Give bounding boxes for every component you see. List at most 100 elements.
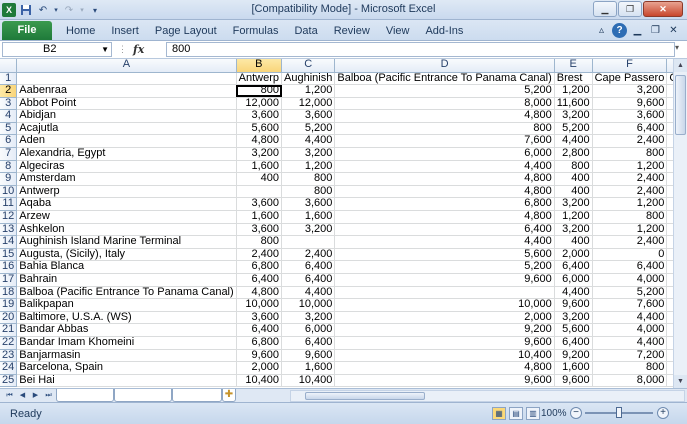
- row-header[interactable]: 3: [0, 97, 18, 111]
- name-box-dropdown-icon[interactable]: ▼: [101, 43, 109, 56]
- scroll-down-icon[interactable]: ▼: [674, 375, 687, 388]
- header-cell[interactable]: Cape Passero: [592, 72, 668, 86]
- cell[interactable]: [236, 185, 283, 199]
- header-cell[interactable]: [16, 72, 237, 86]
- cell[interactable]: Bahrain: [16, 273, 237, 287]
- zoom-slider-thumb[interactable]: [616, 407, 622, 418]
- tab-page-layout[interactable]: Page Layout: [147, 24, 225, 38]
- cell[interactable]: 3,600: [236, 109, 283, 123]
- cell[interactable]: 3,600: [592, 109, 668, 123]
- cell[interactable]: 3,600: [236, 223, 283, 237]
- cell[interactable]: 9,200: [334, 323, 555, 337]
- cell[interactable]: 800: [592, 361, 668, 375]
- cell[interactable]: 0: [592, 248, 668, 262]
- workbook-restore-icon[interactable]: ❐: [648, 23, 663, 38]
- header-cell[interactable]: Balboa (Pacific Entrance To Panama Canal…: [334, 72, 555, 86]
- cell[interactable]: 9,600: [554, 374, 593, 388]
- cell[interactable]: 2,400: [592, 185, 668, 199]
- workbook-minimize-icon[interactable]: ▁: [630, 23, 645, 38]
- cell[interactable]: 4,800: [236, 286, 283, 300]
- cell[interactable]: 800: [281, 185, 336, 199]
- cell[interactable]: 2,000: [334, 311, 555, 325]
- cell[interactable]: 10,400: [236, 374, 283, 388]
- row-header[interactable]: 11: [0, 197, 18, 212]
- cell[interactable]: Bahia Blanca: [16, 260, 237, 274]
- cell[interactable]: 10,000: [334, 298, 555, 312]
- cell[interactable]: 400: [554, 172, 593, 186]
- row-header[interactable]: 22: [0, 336, 18, 350]
- cell[interactable]: 400: [554, 235, 593, 249]
- cell[interactable]: 6,400: [554, 336, 593, 350]
- cell[interactable]: Arzew: [16, 210, 237, 224]
- row-header[interactable]: 21: [0, 323, 18, 337]
- cell[interactable]: 3,200: [281, 147, 336, 161]
- expand-formula-bar-icon[interactable]: ▾: [675, 43, 685, 56]
- cell[interactable]: 3,200: [281, 311, 336, 325]
- row-header[interactable]: 17: [0, 273, 18, 287]
- cell[interactable]: 6,000: [554, 273, 593, 287]
- name-box[interactable]: B2 ▼: [2, 42, 112, 57]
- workbook-close-icon[interactable]: ✕: [666, 23, 681, 38]
- cell[interactable]: 10,000: [281, 298, 336, 312]
- cell[interactable]: 6,400: [554, 260, 593, 274]
- normal-view-icon[interactable]: ▦: [492, 407, 506, 420]
- insert-sheet-icon[interactable]: ✚: [222, 389, 236, 402]
- cell[interactable]: 4,400: [334, 160, 555, 174]
- cell[interactable]: 2,400: [592, 235, 668, 249]
- cell[interactable]: 3,600: [281, 197, 336, 212]
- row-header[interactable]: 12: [0, 210, 18, 224]
- cell[interactable]: Aughinish Island Marine Terminal: [16, 235, 237, 249]
- cell[interactable]: 6,800: [236, 336, 283, 350]
- cell[interactable]: 3,200: [236, 147, 283, 161]
- cell[interactable]: 3,200: [554, 311, 593, 325]
- cell[interactable]: [281, 235, 336, 249]
- cell[interactable]: 3,200: [554, 223, 593, 237]
- cell[interactable]: 9,600: [334, 336, 555, 350]
- cell[interactable]: Bandar Abbas: [16, 323, 237, 337]
- cell[interactable]: Baltimore, U.S.A. (WS): [16, 311, 237, 325]
- cell[interactable]: 1,200: [592, 160, 668, 174]
- cell[interactable]: 7,200: [592, 349, 668, 363]
- cell[interactable]: 3,200: [592, 84, 668, 98]
- cell[interactable]: 1,200: [281, 160, 336, 174]
- cell[interactable]: 4,400: [592, 336, 668, 350]
- next-sheet-icon[interactable]: ▶: [30, 390, 41, 401]
- header-cell[interactable]: Antwerp: [236, 72, 283, 86]
- cell[interactable]: 6,400: [281, 273, 336, 287]
- tab-review[interactable]: Review: [326, 24, 378, 38]
- cell[interactable]: 4,400: [281, 286, 336, 300]
- minimize-ribbon-icon[interactable]: ▵: [594, 23, 609, 38]
- cell[interactable]: 400: [554, 185, 593, 199]
- cell-table[interactable]: ABCDEFGHIJ1AntwerpAughinishBalboa (Pacif…: [0, 59, 687, 388]
- column-header-a[interactable]: A: [16, 59, 237, 73]
- close-button[interactable]: ✕: [643, 1, 683, 17]
- row-header[interactable]: 5: [0, 122, 18, 136]
- tab-home[interactable]: Home: [58, 24, 103, 38]
- cell[interactable]: 800: [334, 122, 555, 136]
- cell[interactable]: 3,600: [281, 109, 336, 123]
- cell[interactable]: 400: [236, 172, 283, 186]
- row-header[interactable]: 18: [0, 286, 18, 300]
- cell[interactable]: 4,400: [592, 311, 668, 325]
- cell[interactable]: 3,600: [236, 197, 283, 212]
- page-layout-view-icon[interactable]: ▤: [509, 407, 523, 420]
- minimize-button[interactable]: ▁: [593, 1, 617, 17]
- cell[interactable]: 5,200: [334, 84, 555, 98]
- cell[interactable]: 1,600: [281, 361, 336, 375]
- cell[interactable]: 1,600: [281, 210, 336, 224]
- tab-data[interactable]: Data: [286, 24, 325, 38]
- cell[interactable]: 4,800: [236, 134, 283, 149]
- cell[interactable]: 4,800: [334, 185, 555, 199]
- cell[interactable]: 5,200: [592, 286, 668, 300]
- row-header[interactable]: 14: [0, 235, 18, 249]
- cell[interactable]: 1,600: [236, 210, 283, 224]
- cell[interactable]: 6,400: [236, 273, 283, 287]
- cell[interactable]: 3,200: [554, 109, 593, 123]
- cell[interactable]: 1,600: [554, 361, 593, 375]
- cell[interactable]: 9,200: [554, 349, 593, 363]
- cell[interactable]: Abbot Point: [16, 97, 237, 111]
- header-cell[interactable]: Brest: [554, 72, 593, 86]
- row-header[interactable]: 19: [0, 298, 18, 312]
- cell[interactable]: 4,800: [334, 172, 555, 186]
- tab-formulas[interactable]: Formulas: [225, 24, 287, 38]
